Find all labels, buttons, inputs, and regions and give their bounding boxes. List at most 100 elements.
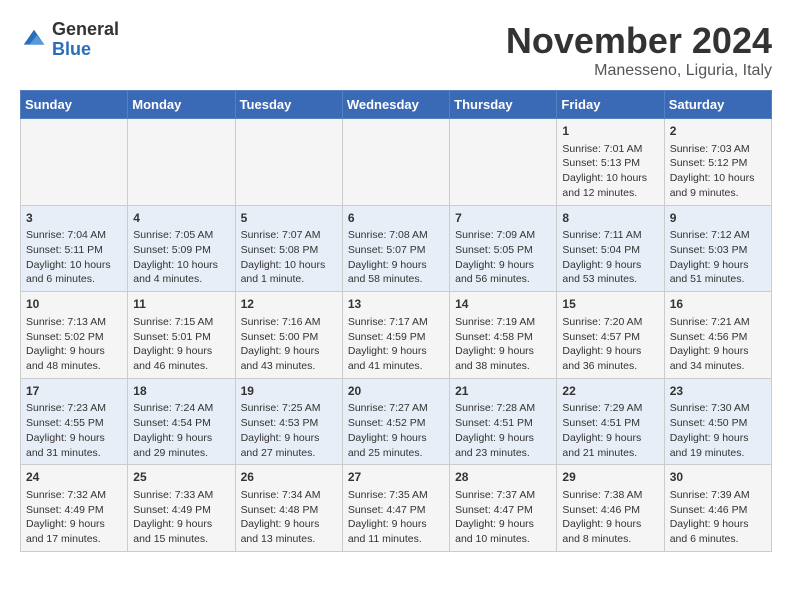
weekday-header-thursday: Thursday bbox=[450, 91, 557, 119]
calendar-week-1: 1 Sunrise: 7:01 AM Sunset: 5:13 PM Daylig… bbox=[21, 119, 772, 206]
calendar-cell: 5 Sunrise: 7:07 AM Sunset: 5:08 PM Daylig… bbox=[235, 205, 342, 292]
day-number: 1 bbox=[562, 123, 658, 140]
day-number: 26 bbox=[241, 469, 337, 486]
day-number: 17 bbox=[26, 383, 122, 400]
calendar-cell: 4Sunrise: 7:05 AM Sunset: 5:09 PM Daylig… bbox=[128, 205, 235, 292]
day-number: 8 bbox=[562, 210, 658, 227]
weekday-header-sunday: Sunday bbox=[21, 91, 128, 119]
day-info: Sunrise: 7:32 AM Sunset: 4:49 PM Dayligh… bbox=[26, 489, 106, 545]
day-number: 21 bbox=[455, 383, 551, 400]
day-info: Sunrise: 7:17 AM Sunset: 4:59 PM Dayligh… bbox=[348, 316, 428, 372]
day-info: Sunrise: 7:37 AM Sunset: 4:47 PM Dayligh… bbox=[455, 489, 535, 545]
calendar-header: SundayMondayTuesdayWednesdayThursdayFrid… bbox=[21, 91, 772, 119]
month-title: November 2024 bbox=[506, 20, 772, 62]
day-info: Sunrise: 7:33 AM Sunset: 4:49 PM Dayligh… bbox=[133, 489, 213, 545]
calendar-week-2: 3Sunrise: 7:04 AM Sunset: 5:11 PM Daylig… bbox=[21, 205, 772, 292]
day-info: Sunrise: 7:24 AM Sunset: 4:54 PM Dayligh… bbox=[133, 402, 213, 458]
calendar-cell: 9 Sunrise: 7:12 AM Sunset: 5:03 PM Daylig… bbox=[664, 205, 771, 292]
calendar-cell: 27 Sunrise: 7:35 AM Sunset: 4:47 PM Dayli… bbox=[342, 465, 449, 552]
day-number: 3 bbox=[26, 210, 122, 227]
day-info: Sunrise: 7:25 AM Sunset: 4:53 PM Dayligh… bbox=[241, 402, 321, 458]
calendar-cell: 29Sunrise: 7:38 AM Sunset: 4:46 PM Dayli… bbox=[557, 465, 664, 552]
calendar-cell: 26 Sunrise: 7:34 AM Sunset: 4:48 PM Dayli… bbox=[235, 465, 342, 552]
day-info: Sunrise: 7:34 AM Sunset: 4:48 PM Dayligh… bbox=[241, 489, 321, 545]
logo: General Blue bbox=[20, 20, 119, 60]
calendar-cell: 13 Sunrise: 7:17 AM Sunset: 4:59 PM Dayli… bbox=[342, 292, 449, 379]
calendar-cell: 1 Sunrise: 7:01 AM Sunset: 5:13 PM Daylig… bbox=[557, 119, 664, 206]
day-info: Sunrise: 7:16 AM Sunset: 5:00 PM Dayligh… bbox=[241, 316, 321, 372]
day-info: Sunrise: 7:35 AM Sunset: 4:47 PM Dayligh… bbox=[348, 489, 428, 545]
logo-blue-text: Blue bbox=[52, 39, 91, 59]
calendar-cell: 22 Sunrise: 7:29 AM Sunset: 4:51 PM Dayli… bbox=[557, 378, 664, 465]
weekday-header-wednesday: Wednesday bbox=[342, 91, 449, 119]
weekday-header-friday: Friday bbox=[557, 91, 664, 119]
header: General Blue November 2024 Manesseno, Li… bbox=[20, 20, 772, 80]
calendar-cell bbox=[128, 119, 235, 206]
calendar-week-5: 24Sunrise: 7:32 AM Sunset: 4:49 PM Dayli… bbox=[21, 465, 772, 552]
day-number: 25 bbox=[133, 469, 229, 486]
calendar-cell: 12Sunrise: 7:16 AM Sunset: 5:00 PM Dayli… bbox=[235, 292, 342, 379]
day-info: Sunrise: 7:11 AM Sunset: 5:04 PM Dayligh… bbox=[562, 229, 641, 285]
day-info: Sunrise: 7:15 AM Sunset: 5:01 PM Dayligh… bbox=[133, 316, 213, 372]
calendar-cell: 10 Sunrise: 7:13 AM Sunset: 5:02 PM Dayli… bbox=[21, 292, 128, 379]
day-info: Sunrise: 7:29 AM Sunset: 4:51 PM Dayligh… bbox=[562, 402, 642, 458]
calendar-cell: 7Sunrise: 7:09 AM Sunset: 5:05 PM Daylig… bbox=[450, 205, 557, 292]
day-info: Sunrise: 7:39 AM Sunset: 4:46 PM Dayligh… bbox=[670, 489, 750, 545]
day-number: 28 bbox=[455, 469, 551, 486]
day-number: 6 bbox=[348, 210, 444, 227]
location: Manesseno, Liguria, Italy bbox=[506, 62, 772, 80]
calendar-week-3: 10 Sunrise: 7:13 AM Sunset: 5:02 PM Dayli… bbox=[21, 292, 772, 379]
calendar-cell bbox=[235, 119, 342, 206]
logo-icon bbox=[20, 26, 48, 54]
day-info: Sunrise: 7:38 AM Sunset: 4:46 PM Dayligh… bbox=[562, 489, 642, 545]
day-number: 30 bbox=[670, 469, 766, 486]
day-info: Sunrise: 7:27 AM Sunset: 4:52 PM Dayligh… bbox=[348, 402, 428, 458]
day-info: Sunrise: 7:20 AM Sunset: 4:57 PM Dayligh… bbox=[562, 316, 642, 372]
day-number: 16 bbox=[670, 296, 766, 313]
day-number: 27 bbox=[348, 469, 444, 486]
calendar-cell: 30 Sunrise: 7:39 AM Sunset: 4:46 PM Dayli… bbox=[664, 465, 771, 552]
day-info: Sunrise: 7:28 AM Sunset: 4:51 PM Dayligh… bbox=[455, 402, 535, 458]
calendar-cell: 6Sunrise: 7:08 AM Sunset: 5:07 PM Daylig… bbox=[342, 205, 449, 292]
weekday-header-tuesday: Tuesday bbox=[235, 91, 342, 119]
calendar-cell: 17 Sunrise: 7:23 AM Sunset: 4:55 PM Dayli… bbox=[21, 378, 128, 465]
day-number: 22 bbox=[562, 383, 658, 400]
calendar-cell: 8 Sunrise: 7:11 AM Sunset: 5:04 PM Daylig… bbox=[557, 205, 664, 292]
day-number: 10 bbox=[26, 296, 122, 313]
day-info: Sunrise: 7:01 AM Sunset: 5:13 PM Dayligh… bbox=[562, 143, 647, 199]
calendar-cell bbox=[342, 119, 449, 206]
day-number: 9 bbox=[670, 210, 766, 227]
logo-general-text: General bbox=[52, 19, 119, 39]
calendar-cell: 21 Sunrise: 7:28 AM Sunset: 4:51 PM Dayli… bbox=[450, 378, 557, 465]
day-number: 7 bbox=[455, 210, 551, 227]
calendar-cell: 25 Sunrise: 7:33 AM Sunset: 4:49 PM Dayli… bbox=[128, 465, 235, 552]
calendar-cell: 24Sunrise: 7:32 AM Sunset: 4:49 PM Dayli… bbox=[21, 465, 128, 552]
day-info: Sunrise: 7:13 AM Sunset: 5:02 PM Dayligh… bbox=[26, 316, 106, 372]
day-number: 13 bbox=[348, 296, 444, 313]
day-info: Sunrise: 7:23 AM Sunset: 4:55 PM Dayligh… bbox=[26, 402, 106, 458]
day-info: Sunrise: 7:12 AM Sunset: 5:03 PM Dayligh… bbox=[670, 229, 750, 285]
day-number: 5 bbox=[241, 210, 337, 227]
day-number: 23 bbox=[670, 383, 766, 400]
weekday-header-saturday: Saturday bbox=[664, 91, 771, 119]
weekday-header-monday: Monday bbox=[128, 91, 235, 119]
day-number: 14 bbox=[455, 296, 551, 313]
calendar-cell: 15Sunrise: 7:20 AM Sunset: 4:57 PM Dayli… bbox=[557, 292, 664, 379]
calendar-cell: 11Sunrise: 7:15 AM Sunset: 5:01 PM Dayli… bbox=[128, 292, 235, 379]
calendar-cell bbox=[450, 119, 557, 206]
day-info: Sunrise: 7:03 AM Sunset: 5:12 PM Dayligh… bbox=[670, 143, 755, 199]
calendar-body: 1 Sunrise: 7:01 AM Sunset: 5:13 PM Daylig… bbox=[21, 119, 772, 552]
calendar-cell: 20 Sunrise: 7:27 AM Sunset: 4:52 PM Dayli… bbox=[342, 378, 449, 465]
day-info: Sunrise: 7:05 AM Sunset: 5:09 PM Dayligh… bbox=[133, 229, 218, 285]
calendar-cell: 2Sunrise: 7:03 AM Sunset: 5:12 PM Daylig… bbox=[664, 119, 771, 206]
day-info: Sunrise: 7:07 AM Sunset: 5:08 PM Dayligh… bbox=[241, 229, 326, 285]
calendar-cell: 19Sunrise: 7:25 AM Sunset: 4:53 PM Dayli… bbox=[235, 378, 342, 465]
title-area: November 2024 Manesseno, Liguria, Italy bbox=[506, 20, 772, 80]
calendar-week-4: 17 Sunrise: 7:23 AM Sunset: 4:55 PM Dayli… bbox=[21, 378, 772, 465]
day-info: Sunrise: 7:19 AM Sunset: 4:58 PM Dayligh… bbox=[455, 316, 535, 372]
day-info: Sunrise: 7:30 AM Sunset: 4:50 PM Dayligh… bbox=[670, 402, 750, 458]
calendar-cell: 28 Sunrise: 7:37 AM Sunset: 4:47 PM Dayli… bbox=[450, 465, 557, 552]
calendar-cell: 16Sunrise: 7:21 AM Sunset: 4:56 PM Dayli… bbox=[664, 292, 771, 379]
calendar-cell: 18Sunrise: 7:24 AM Sunset: 4:54 PM Dayli… bbox=[128, 378, 235, 465]
day-number: 20 bbox=[348, 383, 444, 400]
